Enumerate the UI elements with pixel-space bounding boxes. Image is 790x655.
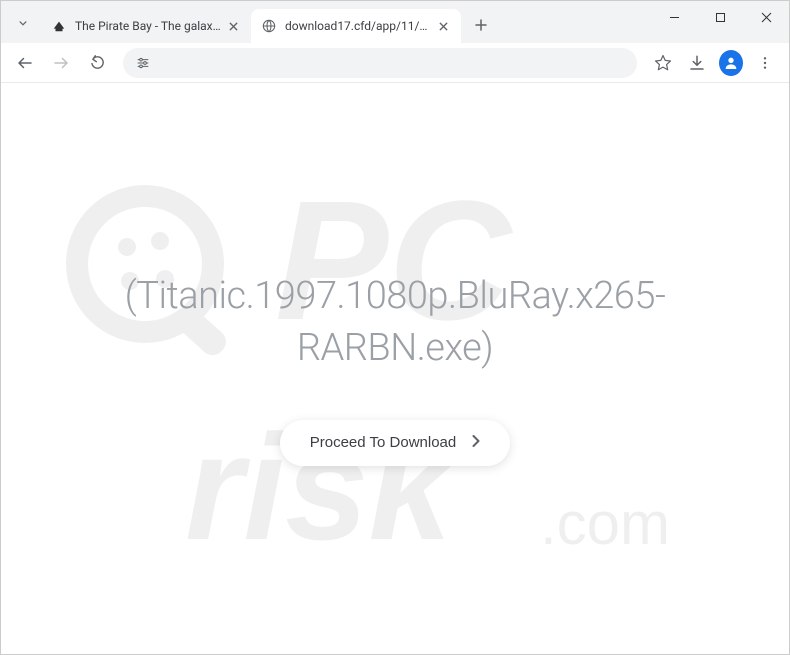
person-icon [723, 55, 739, 71]
titlebar: The Pirate Bay - The galaxy's mo downloa… [1, 1, 789, 43]
chevron-right-icon [472, 434, 480, 452]
button-label: Proceed To Download [310, 434, 456, 451]
reload-button[interactable] [81, 47, 113, 79]
close-window-button[interactable] [743, 1, 789, 33]
arrow-right-icon [52, 54, 70, 72]
address-bar[interactable] [123, 48, 637, 78]
proceed-download-button[interactable]: Proceed To Download [280, 420, 510, 466]
arrow-left-icon [16, 54, 34, 72]
site-settings-icon[interactable] [133, 53, 153, 73]
tab-title: download17.cfd/app/11/?&lpke [285, 19, 431, 33]
window-controls [651, 1, 789, 37]
globe-icon [262, 19, 276, 33]
plus-icon [475, 19, 487, 31]
downloads-button[interactable] [681, 47, 713, 79]
toolbar [1, 43, 789, 83]
close-icon [439, 22, 448, 31]
page-content: PC risk .com (Titanic.1997.1080p.BluRay.… [1, 83, 789, 654]
bookmark-button[interactable] [647, 47, 679, 79]
profile-button[interactable] [715, 47, 747, 79]
tab-search-button[interactable] [9, 9, 37, 37]
download-icon [688, 54, 706, 72]
tab-close-button[interactable] [225, 18, 241, 34]
toolbar-right [647, 47, 781, 79]
close-icon [229, 22, 238, 31]
forward-button[interactable] [45, 47, 77, 79]
menu-button[interactable] [749, 47, 781, 79]
back-button[interactable] [9, 47, 41, 79]
chevron-down-icon [16, 16, 30, 30]
svg-text:.com: .com [540, 490, 670, 557]
browser-window: The Pirate Bay - The galaxy's mo downloa… [0, 0, 790, 655]
minimize-button[interactable] [651, 1, 697, 33]
maximize-icon [715, 12, 726, 23]
tab-title: The Pirate Bay - The galaxy's mo [75, 19, 221, 33]
reload-icon [89, 54, 106, 71]
new-tab-button[interactable] [467, 11, 495, 39]
close-icon [761, 12, 772, 23]
kebab-icon [757, 55, 773, 71]
tab-close-button[interactable] [435, 18, 451, 34]
favicon-pirate-bay [51, 18, 67, 34]
tab-pirate-bay[interactable]: The Pirate Bay - The galaxy's mo [41, 9, 251, 43]
star-icon [654, 54, 672, 72]
minimize-icon [669, 12, 680, 23]
maximize-button[interactable] [697, 1, 743, 33]
tab-download[interactable]: download17.cfd/app/11/?&lpke [251, 9, 461, 43]
filename-text: (Titanic.1997.1080p.BluRay.x265-RARBN.ex… [1, 271, 789, 374]
avatar [719, 50, 743, 76]
favicon-globe [261, 18, 277, 34]
